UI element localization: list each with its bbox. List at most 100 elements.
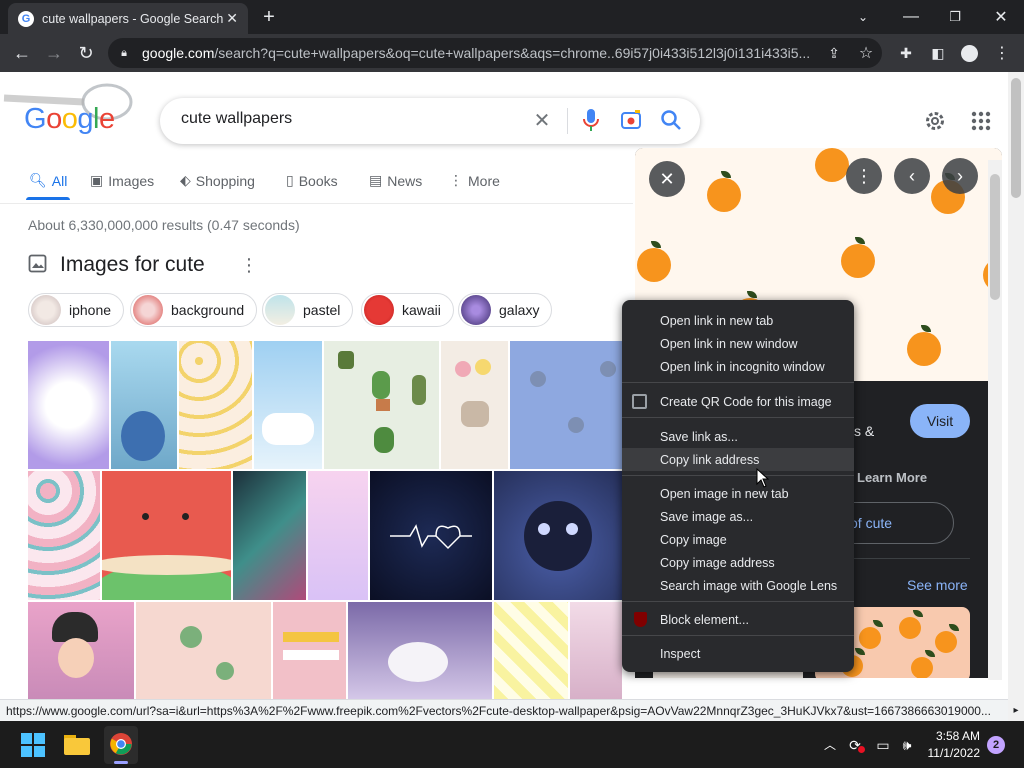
tab-all-label: All	[51, 172, 68, 189]
search-submit-icon[interactable]	[660, 109, 682, 131]
back-icon[interactable]: ←	[10, 41, 34, 65]
bookmark-star-icon[interactable]: ☆	[856, 43, 876, 63]
clock-time[interactable]: 3:58 AM	[936, 729, 980, 743]
close-preview-icon[interactable]: ✕	[649, 161, 685, 197]
chip-galaxy[interactable]: galaxy	[458, 293, 553, 327]
menu-create-qr-code[interactable]: Create QR Code for this image	[622, 390, 854, 413]
windows-taskbar	[0, 721, 1024, 768]
tab-shopping[interactable]: ⬖ Shopping	[180, 172, 255, 189]
image-result[interactable]	[510, 341, 622, 469]
tab-more[interactable]: ⋮ More	[449, 172, 500, 189]
voice-search-mic-icon[interactable]	[582, 108, 600, 132]
image-result[interactable]	[254, 341, 322, 469]
menu-block-element[interactable]: Block element...	[622, 608, 854, 631]
tab-books-label: Books	[298, 172, 338, 189]
windows-start-icon[interactable]	[21, 733, 45, 757]
panel-scrollbar-thumb[interactable]	[990, 174, 1000, 300]
menu-open-link-new-tab[interactable]: Open link in new tab	[622, 309, 854, 332]
share-icon[interactable]: ⇪	[824, 43, 844, 63]
close-tab-icon[interactable]: ✕	[226, 10, 238, 27]
menu-save-image-as[interactable]: Save image as...	[622, 505, 854, 528]
search-input[interactable]: cute wallpapers	[181, 110, 292, 128]
scroll-right-arrow-icon[interactable]: ▸	[1008, 699, 1024, 721]
page-scrollbar-thumb[interactable]	[1011, 78, 1021, 198]
menu-inspect[interactable]: Inspect	[622, 642, 854, 665]
menu-open-image-new-tab[interactable]: Open image in new tab	[622, 482, 854, 505]
next-image-icon[interactable]: ›	[942, 158, 978, 194]
menu-save-link-as[interactable]: Save link as...	[622, 425, 854, 448]
notification-count-badge[interactable]: 2	[987, 736, 1005, 754]
url-path: /search?q=cute+wallpapers&oq=cute+wallpa…	[214, 45, 811, 61]
image-result[interactable]	[348, 602, 492, 699]
menu-copy-link-address[interactable]: Copy link address	[622, 448, 854, 471]
restore-icon[interactable]: ❐	[944, 6, 966, 28]
minimize-icon[interactable]: —	[900, 6, 922, 28]
header-divider	[0, 203, 633, 204]
image-result[interactable]	[136, 602, 271, 699]
tray-overflow-chevron-icon[interactable]: ︿	[822, 736, 838, 752]
chip-kawaii[interactable]: kawaii	[361, 293, 454, 327]
chip-label: background	[171, 302, 245, 318]
address-bar[interactable]: google.com/search?q=cute+wallpapers&oq=c…	[108, 38, 882, 68]
image-result[interactable]	[111, 341, 177, 469]
new-tab-icon[interactable]: +	[258, 6, 280, 28]
reload-icon[interactable]: ↻	[74, 41, 98, 65]
menu-copy-image-address[interactable]: Copy image address	[622, 551, 854, 574]
chip-thumb	[133, 295, 163, 325]
image-result[interactable]	[370, 471, 492, 600]
images-more-vert-icon[interactable]: ⋮	[240, 255, 258, 276]
image-result[interactable]	[494, 602, 568, 699]
tab-images[interactable]: ▣ Images	[90, 172, 154, 189]
image-result[interactable]	[233, 471, 306, 600]
see-more-link[interactable]: See more	[907, 577, 968, 593]
image-result[interactable]	[324, 341, 439, 469]
ublock-shield-icon	[634, 612, 647, 627]
menu-open-link-incognito[interactable]: Open link in incognito window	[622, 355, 854, 378]
image-result[interactable]	[308, 471, 368, 600]
tab-news[interactable]: ▤ News	[369, 172, 422, 189]
image-result[interactable]	[273, 602, 346, 699]
menu-separator	[622, 382, 854, 383]
clock-date[interactable]: 11/1/2022	[928, 746, 981, 760]
image-result[interactable]	[570, 602, 622, 699]
chip-iphone[interactable]: iphone	[28, 293, 125, 327]
browser-tab-active[interactable]: G cute wallpapers - Google Search ✕	[8, 3, 248, 34]
volume-icon[interactable]: 🕪︎	[898, 736, 916, 754]
tab-search-chevron-icon[interactable]: ⌄	[852, 6, 874, 28]
chip-background[interactable]: background	[130, 293, 258, 327]
file-explorer-icon[interactable]	[64, 733, 90, 755]
menu-copy-image[interactable]: Copy image	[622, 528, 854, 551]
visit-button[interactable]: Visit	[910, 404, 970, 438]
tab-all[interactable]: 🔍︎ All	[29, 172, 67, 189]
chip-thumb	[461, 295, 491, 325]
network-icon[interactable]: ▭	[874, 736, 892, 754]
image-result[interactable]	[28, 341, 109, 469]
lock-icon[interactable]: 🔒︎	[116, 45, 132, 61]
menu-open-link-new-window[interactable]: Open link in new window	[622, 332, 854, 355]
google-logo[interactable]: Google	[24, 103, 115, 136]
image-result[interactable]	[494, 471, 622, 600]
chip-label: kawaii	[402, 302, 441, 318]
settings-gear-icon[interactable]	[923, 109, 947, 133]
clear-search-icon[interactable]: ✕	[532, 108, 552, 132]
preview-more-icon[interactable]: ⋮	[846, 158, 882, 194]
close-window-icon[interactable]: ✕	[990, 6, 1012, 28]
google-apps-grid-icon[interactable]	[971, 111, 991, 131]
image-result[interactable]	[102, 471, 231, 600]
profile-avatar-icon[interactable]	[961, 45, 978, 62]
learn-more-link[interactable]: Learn More	[857, 470, 927, 485]
extensions-puzzle-icon[interactable]: ✚	[896, 43, 916, 63]
image-result[interactable]	[28, 471, 100, 600]
menu-search-with-lens[interactable]: Search image with Google Lens	[622, 574, 854, 597]
image-result[interactable]	[441, 341, 508, 469]
image-result[interactable]	[28, 602, 134, 699]
forward-icon[interactable]: →	[42, 41, 66, 65]
image-result[interactable]	[179, 341, 252, 469]
link-status-bar: https://www.google.com/url?sa=i&url=http…	[0, 699, 1008, 721]
chip-pastel[interactable]: pastel	[262, 293, 354, 327]
tab-books[interactable]: ▯ Books	[286, 172, 338, 189]
side-panel-icon[interactable]: ◧	[928, 43, 948, 63]
previous-image-icon[interactable]: ‹	[894, 158, 930, 194]
chrome-menu-icon[interactable]: ⋮	[994, 43, 1010, 63]
lens-camera-icon[interactable]	[620, 109, 642, 131]
